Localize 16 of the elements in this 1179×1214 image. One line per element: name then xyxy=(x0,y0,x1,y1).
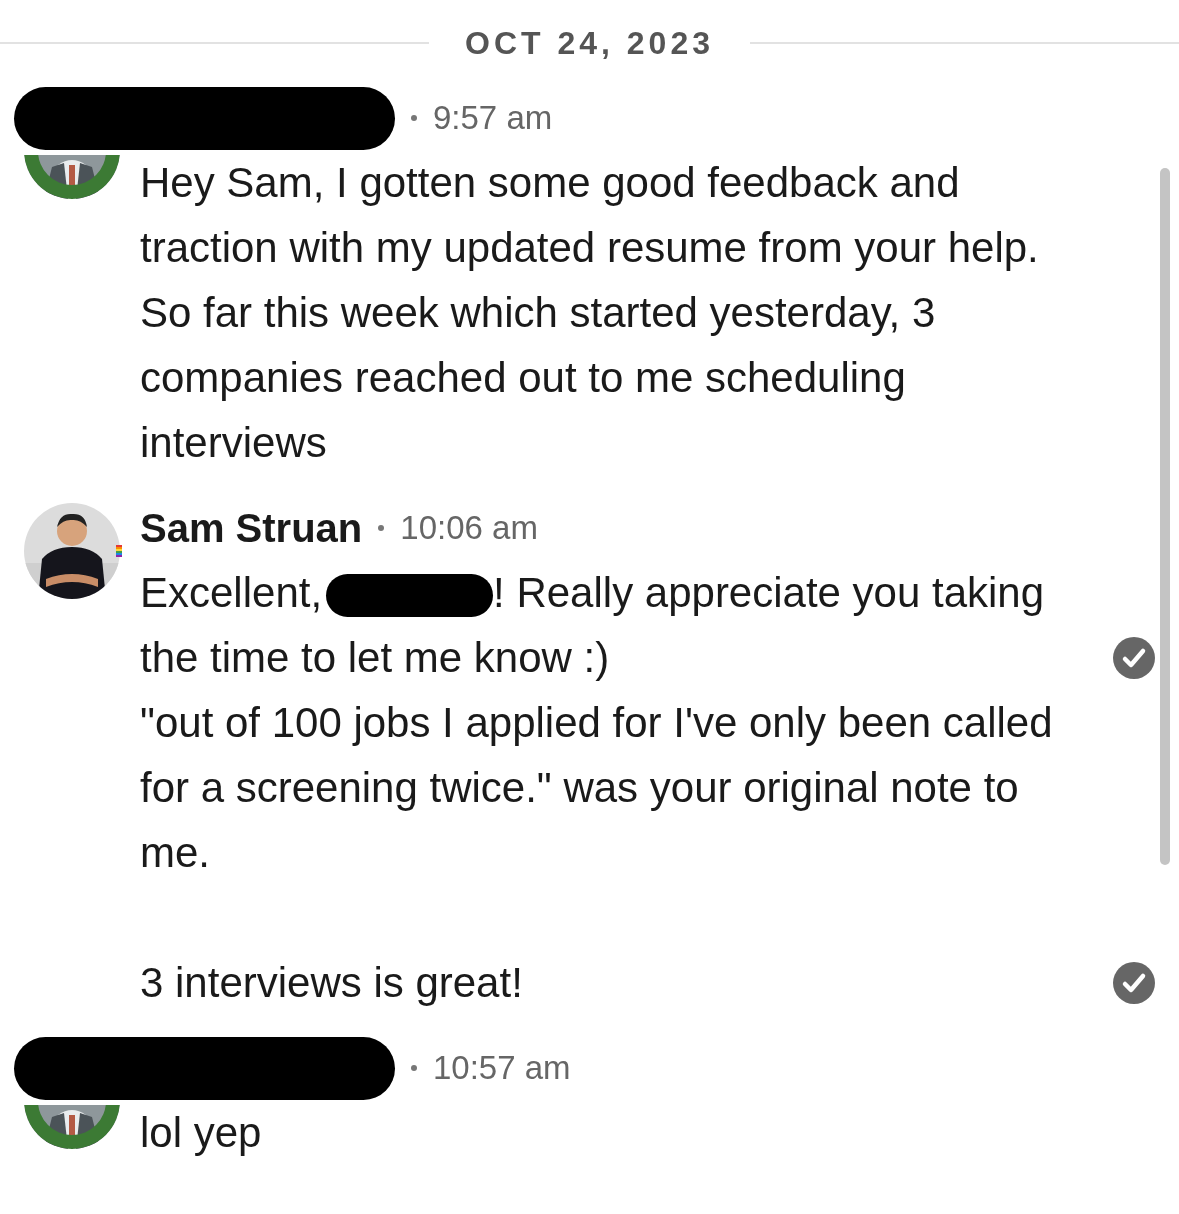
message-text: lol yep xyxy=(140,1109,262,1156)
separator-dot-icon xyxy=(411,1065,417,1071)
sender-name[interactable]: Sam Struan xyxy=(140,505,363,551)
striped-flag-icon xyxy=(116,545,122,557)
message-text: the time to let me know :) xyxy=(140,633,610,683)
message-time: 10:06 am xyxy=(400,509,538,547)
date-divider: OCT 24, 2023 xyxy=(465,24,714,62)
separator-dot-icon xyxy=(411,115,417,121)
scrollbar[interactable] xyxy=(1160,168,1170,865)
message-text: Hey Sam, I gotten some good feedback and traction with my updated resume from your help. So far this week which started yesterday, 3 companies reached out to me scheduling interviews xyxy=(140,159,1039,466)
separator-dot-icon xyxy=(378,525,385,531)
message-time: 9:57 am xyxy=(433,99,553,137)
message-text: ! Really appreciate you taking xyxy=(493,568,1045,618)
message-text: "out of 100 jobs I applied for I've only been called for a screening twice." was your original note to me. 3 interviews is great! xyxy=(140,699,1053,1006)
message-time: 10:57 am xyxy=(433,1049,571,1087)
message-text: Excellent, xyxy=(140,568,323,618)
